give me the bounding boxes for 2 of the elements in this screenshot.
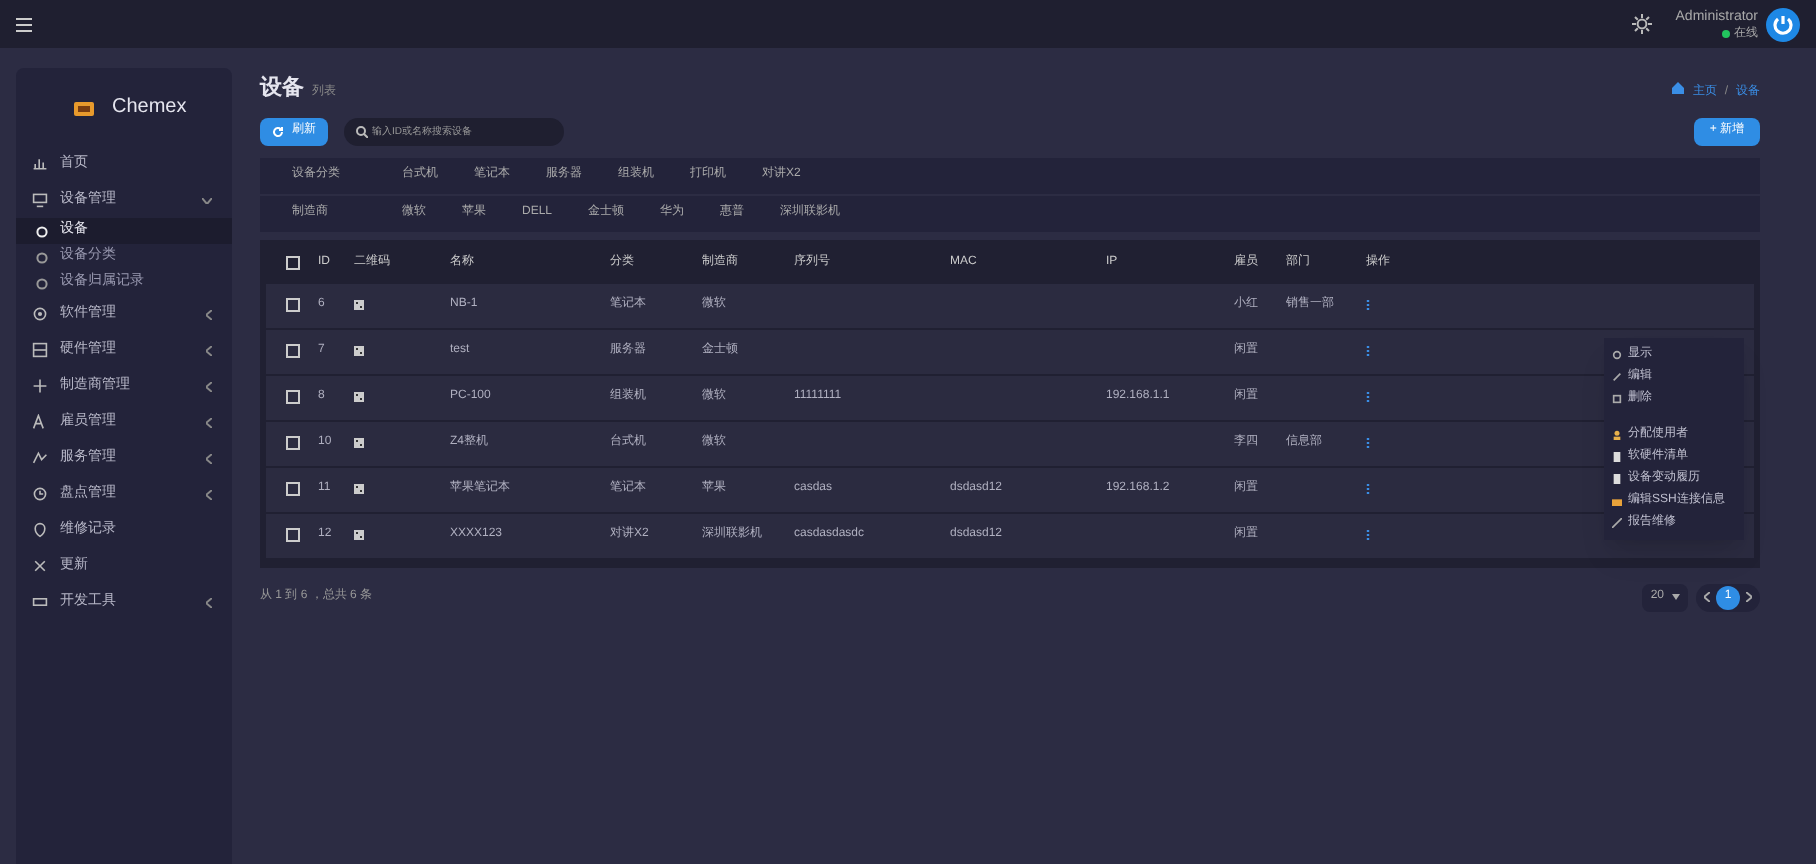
page-title: 设备 xyxy=(260,74,304,104)
brand-name: Chemex xyxy=(112,94,187,122)
